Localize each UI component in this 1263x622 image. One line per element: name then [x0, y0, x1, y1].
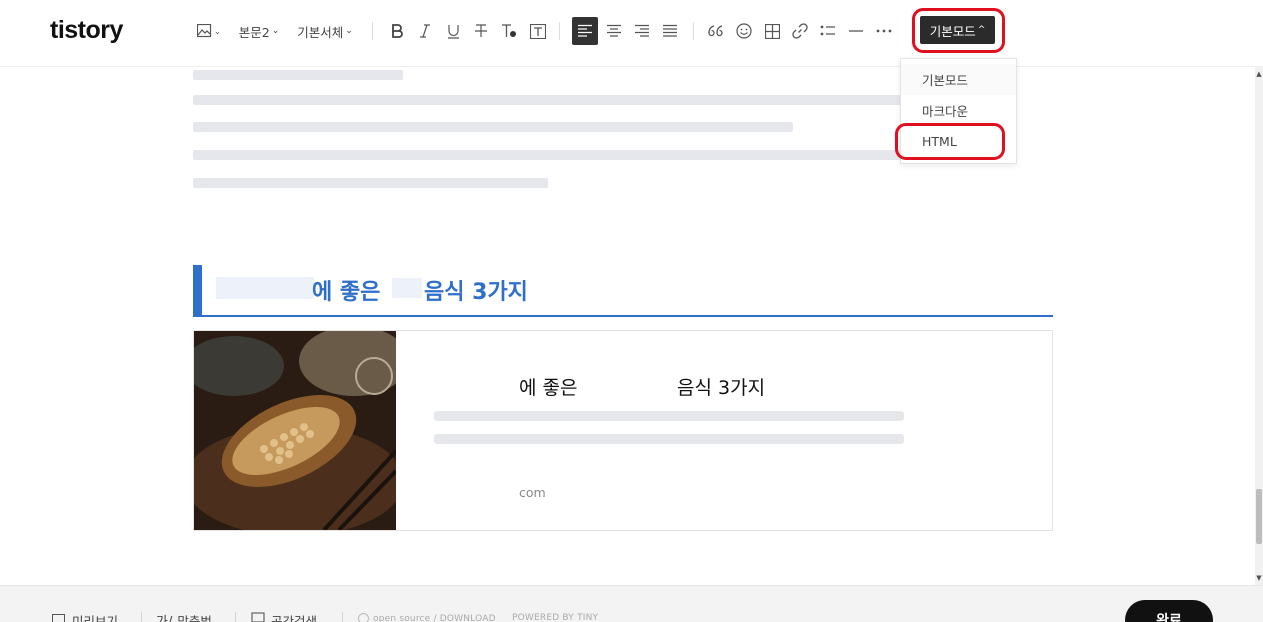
search-icon [251, 612, 265, 622]
card-title: 음식 3가지 [677, 377, 766, 399]
paragraph-line [193, 67, 403, 83]
toolbar-divider [559, 22, 560, 40]
heading-text: 에 좋은 [312, 280, 381, 305]
obscured-text [193, 122, 793, 132]
space-search-label: 공간검색 [271, 614, 318, 622]
quote-icon [708, 25, 724, 37]
scroll-up-icon[interactable]: ▲ [1255, 70, 1263, 78]
paragraph-line [193, 92, 903, 108]
paragraph-line [193, 147, 903, 163]
obscured-text [392, 278, 422, 298]
align-right-icon [634, 24, 650, 38]
strikethrough-button[interactable] [470, 18, 492, 44]
list-icon [820, 25, 836, 37]
editor-toolbar: tistory ⌄ 본문2 ⌄ 기본서체 ⌄ 기본모드 ^ [0, 0, 1263, 67]
mode-option-markdown[interactable]: 마크다운 [901, 95, 1016, 126]
bottom-bar: 미리보기 가/ 맞춤법 공간검색 open source / DOWNLOAD … [0, 585, 1263, 622]
card-description [434, 434, 904, 444]
table-button[interactable] [761, 18, 783, 44]
vertical-scrollbar[interactable]: ▲ ▼ [1255, 67, 1263, 585]
section-heading: 에 좋은 음식 3가지 [193, 265, 1053, 317]
card-thumbnail [194, 331, 396, 530]
emoji-icon [736, 23, 752, 39]
scroll-down-icon[interactable]: ▼ [1255, 574, 1263, 582]
italic-icon [419, 24, 431, 38]
open-source-label: open source / DOWNLOAD [373, 614, 496, 622]
bold-icon [391, 24, 403, 38]
chevron-down-icon: ⌄ [271, 26, 280, 36]
preview-label: 미리보기 [72, 614, 119, 622]
more-button[interactable] [873, 18, 895, 44]
quote-button[interactable] [705, 18, 727, 44]
spellcheck-icon: 가/ [156, 611, 172, 622]
highlight-annotation [912, 8, 1005, 53]
tistory-logo[interactable]: tistory [50, 16, 123, 45]
card-link-url: com [519, 485, 546, 500]
done-button[interactable]: 완료 [1125, 600, 1213, 622]
align-center-button[interactable] [602, 18, 626, 44]
space-search-button[interactable]: 공간검색 [251, 611, 317, 622]
link-preview-card[interactable]: 에 좋은 음식 3가지 com [193, 330, 1053, 531]
background-color-icon [530, 23, 546, 39]
powered-by-tiny: POWERED BY TINY [512, 613, 599, 622]
text-color-button[interactable] [498, 18, 520, 44]
divider-button[interactable] [845, 18, 867, 44]
bottom-divider [235, 612, 236, 622]
link-icon [792, 23, 808, 39]
paragraph-style-select[interactable]: 본문2 ⌄ [237, 18, 281, 44]
background-color-button[interactable] [527, 18, 549, 44]
card-title: 에 좋은 [519, 377, 578, 399]
editor-content-area[interactable]: 에 좋은 음식 3가지 에 좋은 음식 3가지 com [0, 67, 1255, 585]
more-icon [876, 29, 892, 33]
align-left-button[interactable] [572, 17, 598, 45]
obscured-text [193, 70, 403, 80]
font-family-select[interactable]: 기본서체 ⌄ [294, 18, 356, 44]
chevron-down-icon: ⌄ [214, 26, 221, 36]
copyright-icon [358, 613, 369, 622]
paragraph-line [193, 175, 548, 191]
obscured-text [193, 95, 903, 105]
paragraph-style-label: 본문2 [238, 24, 270, 40]
align-left-icon [577, 24, 593, 38]
bottom-divider [141, 612, 142, 622]
heading-text: 음식 3가지 [424, 280, 528, 305]
align-center-icon [606, 24, 622, 38]
italic-button[interactable] [414, 18, 436, 44]
chevron-down-icon: ⌄ [345, 26, 353, 36]
bottom-divider [342, 612, 343, 622]
toolbar-divider [372, 22, 373, 40]
spellcheck-label: 맞춤법 [177, 614, 212, 622]
align-justify-icon [662, 24, 678, 38]
obscured-text [216, 277, 314, 299]
emoji-button[interactable] [733, 18, 755, 44]
bold-button[interactable] [386, 18, 408, 44]
strikethrough-icon [474, 24, 488, 38]
scrollbar-thumb[interactable] [1256, 489, 1262, 544]
card-description [434, 411, 904, 421]
image-icon [197, 24, 213, 38]
font-family-label: 기본서체 [297, 24, 344, 40]
mode-option-basic[interactable]: 기본모드 [901, 64, 1016, 95]
preview-button[interactable]: 미리보기 [52, 611, 118, 622]
table-icon [764, 23, 780, 39]
highlight-annotation [895, 123, 1005, 160]
list-button[interactable] [817, 18, 839, 44]
underline-button[interactable] [442, 18, 464, 44]
open-source-link[interactable]: open source / DOWNLOAD [358, 613, 496, 622]
checkbox-icon [52, 614, 65, 622]
underline-icon [447, 24, 460, 39]
paragraph-line [193, 119, 793, 135]
spellcheck-button[interactable]: 가/ 맞춤법 [156, 611, 212, 622]
align-right-button[interactable] [630, 18, 654, 44]
toolbar-divider [693, 22, 694, 40]
obscured-text [193, 150, 903, 160]
align-justify-button[interactable] [658, 18, 682, 44]
obscured-text [193, 178, 548, 188]
insert-image-button[interactable]: ⌄ [196, 18, 222, 44]
link-button[interactable] [789, 18, 811, 44]
divider-icon [848, 29, 864, 33]
text-color-icon [501, 24, 517, 38]
